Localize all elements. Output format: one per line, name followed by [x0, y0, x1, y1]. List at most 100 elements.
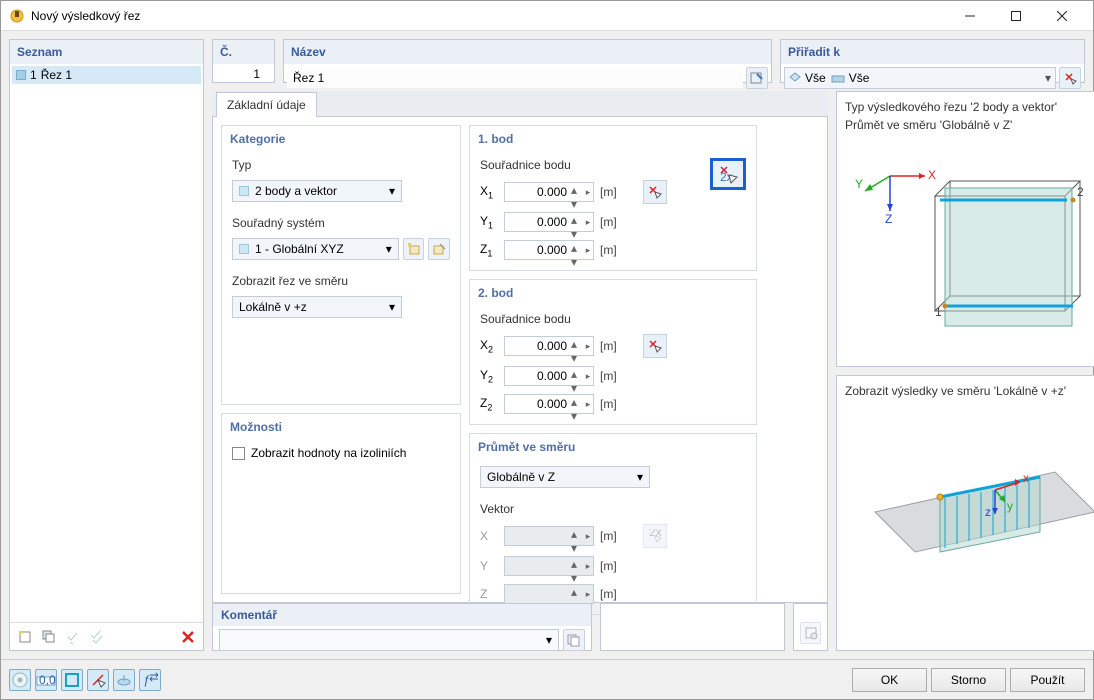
coord-sys-select[interactable]: 1 - Globální XYZ ▾ — [232, 238, 399, 260]
assign-value-1: Vše — [805, 71, 826, 85]
check-all-button[interactable] — [86, 626, 108, 648]
assign-header: Přiřadit k — [781, 40, 1084, 64]
x1-label: X1 — [480, 184, 498, 200]
x2-input[interactable]: ▴▾▸ — [504, 336, 594, 356]
vz-label: Z — [480, 587, 498, 601]
vy-label: Y — [480, 559, 498, 573]
help-button[interactable] — [9, 669, 31, 691]
comment-library-button[interactable] — [563, 629, 585, 651]
svg-text:Y: Y — [855, 177, 863, 191]
y1-input[interactable]: ▴▾▸ — [504, 212, 594, 232]
assign-value-2: Vše — [849, 71, 870, 85]
svg-text:z: z — [985, 505, 991, 519]
preview-settings-button[interactable] — [800, 622, 821, 644]
y2-label: Y2 — [480, 368, 498, 384]
pick-point1-button[interactable] — [643, 180, 667, 204]
type-select[interactable]: 2 body a vektor ▾ — [232, 180, 402, 202]
chevron-down-icon: ▾ — [637, 470, 643, 484]
number-header: Č. — [213, 40, 274, 64]
svg-text:0,00: 0,00 — [39, 673, 56, 687]
z1-input[interactable]: ▴▾▸ — [504, 240, 594, 260]
preview-results-icon: x y z — [845, 402, 1094, 582]
ok-button[interactable]: OK — [852, 668, 927, 692]
copy-button[interactable] — [38, 626, 60, 648]
projection-select[interactable]: Globálně v Z ▾ — [480, 466, 650, 488]
edit-cs-button[interactable] — [428, 238, 450, 260]
list-item-index: 1 — [30, 68, 37, 82]
name-input[interactable] — [287, 68, 743, 88]
units-button[interactable]: 0,00 — [35, 669, 57, 691]
preview-cube-icon: X Y Z — [845, 136, 1094, 336]
section-list[interactable]: 1 Řez 1 — [10, 64, 203, 622]
svg-text:x: x — [1023, 471, 1029, 485]
z2-label: Z2 — [480, 396, 498, 412]
select-section-button[interactable] — [87, 669, 109, 691]
delete-button[interactable] — [177, 626, 199, 648]
preview-projection-text: Průmět ve směru 'Globálně v Z' — [845, 118, 1094, 132]
coord-sys-label: Souřadný systém — [232, 216, 450, 230]
point1-legend: 1. bod — [470, 126, 756, 152]
assign-select[interactable]: Vše Vše ▾ — [784, 67, 1056, 89]
preview-results-text: Zobrazit výsledky ve směru 'Lokálně v +z… — [845, 384, 1094, 398]
chevron-down-icon: ▾ — [389, 184, 395, 198]
number-input[interactable] — [213, 64, 265, 84]
comment-legend: Komentář — [213, 604, 591, 626]
new-button[interactable] — [14, 626, 36, 648]
comment-select[interactable]: ▾ — [219, 629, 559, 651]
chevron-down-icon: ▾ — [389, 300, 395, 314]
select-rect-button[interactable] — [61, 669, 83, 691]
minimize-button[interactable] — [947, 1, 993, 31]
checkbox-icon — [232, 447, 245, 460]
function-button[interactable]: ƒ⇄ — [139, 669, 161, 691]
unit-label: [m] — [600, 215, 617, 229]
point1-coord-label: Souřadnice bodu — [480, 158, 690, 172]
pick-assign-button[interactable] — [1059, 67, 1081, 89]
svg-text:X: X — [928, 168, 936, 182]
type-label: Typ — [232, 158, 450, 172]
section-list-header: Seznam — [10, 40, 203, 64]
cancel-button[interactable]: Storno — [931, 668, 1006, 692]
preview-results-panel: Zobrazit výsledky ve směru 'Lokálně v +z… — [836, 375, 1094, 651]
show-dir-label: Zobrazit řez ve směru — [232, 274, 450, 288]
svg-text:2: 2 — [1077, 185, 1084, 199]
isolines-checkbox[interactable]: Zobrazit hodnoty na izoliniích — [232, 446, 450, 460]
svg-text:Z: Z — [885, 212, 892, 226]
section-list-panel: Seznam 1 Řez 1 — [9, 39, 204, 651]
projection-value: Globálně v Z — [487, 470, 555, 484]
check-down-button[interactable] — [62, 626, 84, 648]
unit-label: [m] — [600, 529, 617, 543]
new-cs-button[interactable] — [403, 238, 425, 260]
z2-input[interactable]: ▴▾▸ — [504, 394, 594, 414]
list-item-label: Řez 1 — [41, 68, 72, 82]
y2-input[interactable]: ▴▾▸ — [504, 366, 594, 386]
category-legend: Kategorie — [222, 126, 460, 152]
maximize-button[interactable] — [993, 1, 1039, 31]
list-item[interactable]: 1 Řez 1 — [12, 66, 201, 84]
point2-coord-label: Souřadnice bodu — [480, 312, 746, 326]
unit-label: [m] — [600, 587, 617, 601]
close-button[interactable] — [1039, 1, 1085, 31]
unit-label: [m] — [600, 339, 617, 353]
x2-label: X2 — [480, 338, 498, 354]
number-panel: Č. — [212, 39, 275, 83]
show-dir-select[interactable]: Lokálně v +z ▾ — [232, 296, 402, 318]
edit-name-button[interactable] — [746, 67, 768, 89]
assign-panel: Přiřadit k Vše Vše ▾ — [780, 39, 1085, 83]
view-button[interactable] — [113, 669, 135, 691]
options-legend: Možnosti — [222, 414, 460, 440]
x1-input[interactable]: ▴▾▸ — [504, 182, 594, 202]
apply-button[interactable]: Použít — [1010, 668, 1085, 692]
app-icon — [9, 8, 25, 24]
show-dir-value: Lokálně v +z — [239, 300, 307, 314]
tab-basic[interactable]: Základní údaje — [216, 92, 317, 117]
unit-label: [m] — [600, 559, 617, 573]
unit-label: [m] — [600, 243, 617, 257]
isolines-label: Zobrazit hodnoty na izoliniích — [251, 446, 406, 460]
preview-type-panel: Typ výsledkového řezu '2 body a vektor' … — [836, 91, 1094, 367]
y1-label: Y1 — [480, 214, 498, 230]
chevron-down-icon: ▾ — [546, 633, 552, 647]
pick-two-points-button[interactable]: 2x — [710, 158, 746, 190]
svg-text:1: 1 — [935, 305, 942, 319]
unit-label: [m] — [600, 397, 617, 411]
pick-point2-button[interactable] — [643, 334, 667, 358]
